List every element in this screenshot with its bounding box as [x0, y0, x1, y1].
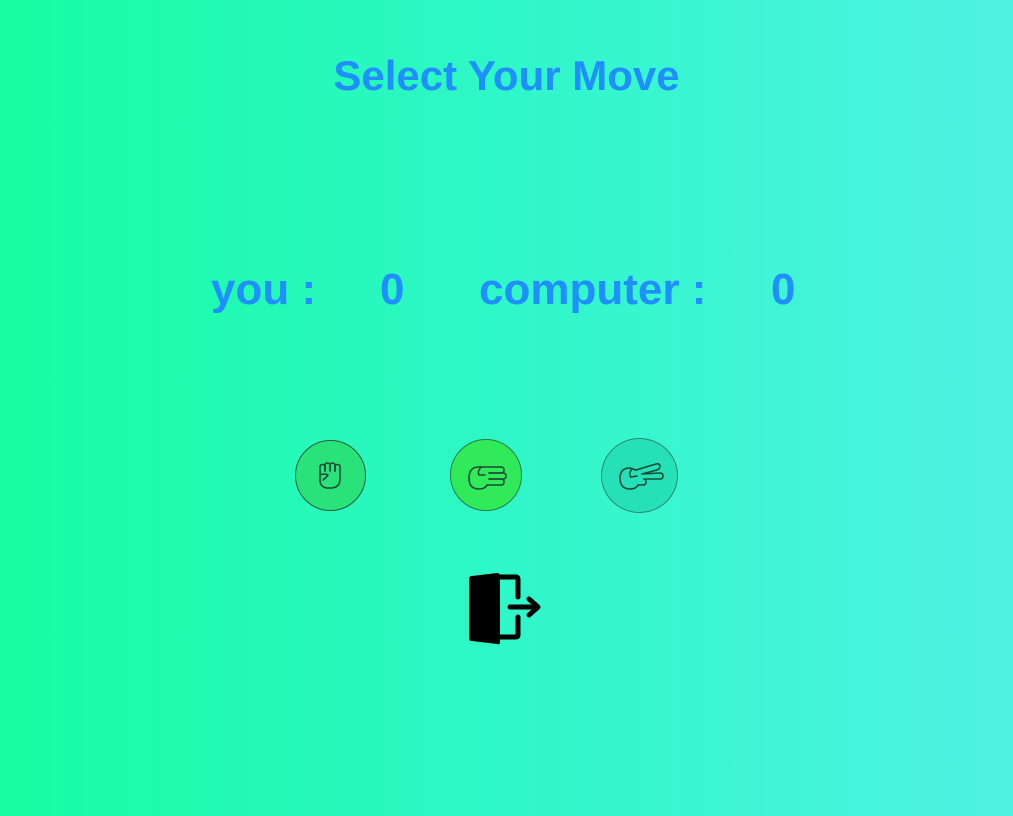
- scissors-button[interactable]: [601, 438, 678, 513]
- exit-button[interactable]: [466, 572, 542, 648]
- scoreboard: you : 0 computer : 0: [0, 265, 1013, 317]
- you-score-value: 0: [380, 265, 405, 314]
- fist-icon: [318, 461, 341, 489]
- scissors-hand-icon: [618, 462, 664, 490]
- computer-score-value: 0: [771, 265, 796, 314]
- page-title: Select Your Move: [333, 52, 680, 99]
- paper-button[interactable]: [450, 439, 522, 511]
- open-hand-icon: [468, 466, 507, 490]
- computer-score-label: computer :: [479, 265, 707, 314]
- rock-button[interactable]: [295, 440, 366, 511]
- exit-door-icon: [469, 573, 541, 645]
- you-score-label: you :: [211, 265, 317, 314]
